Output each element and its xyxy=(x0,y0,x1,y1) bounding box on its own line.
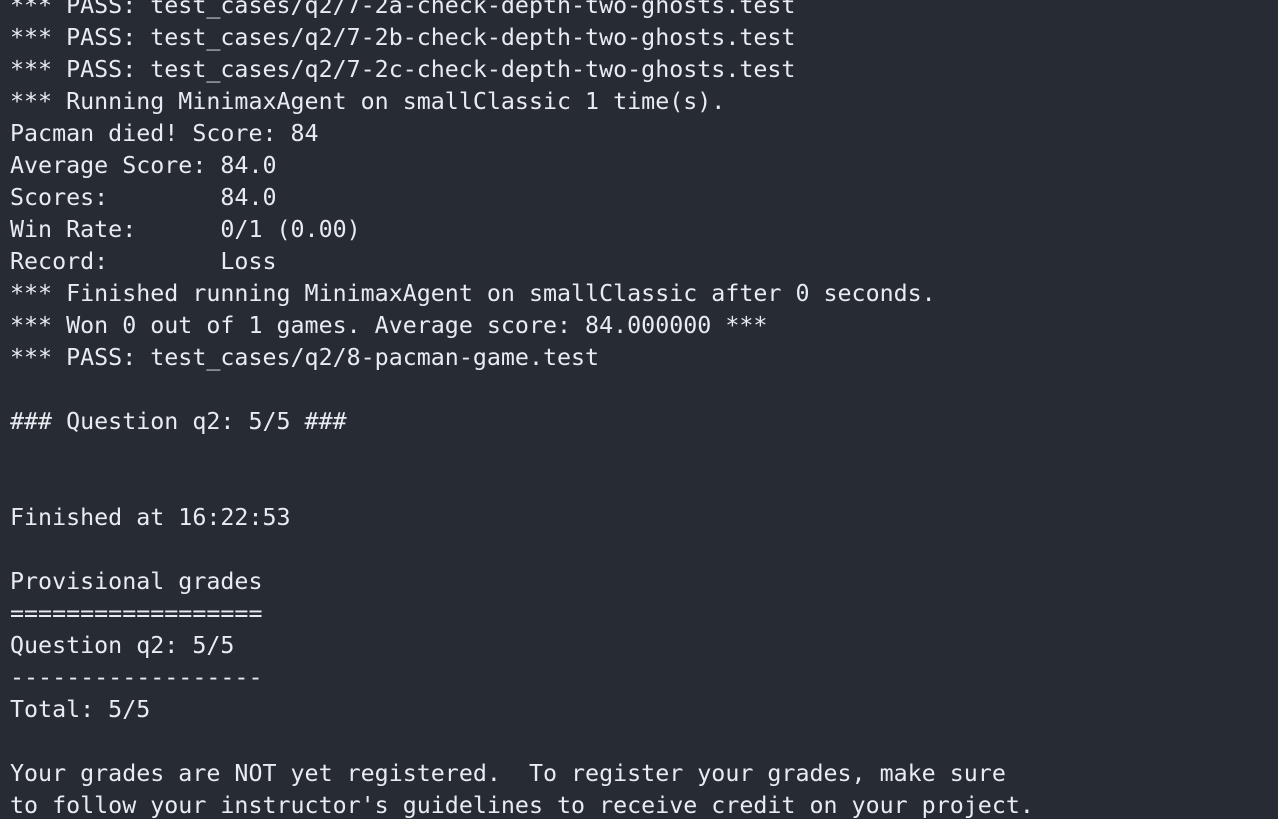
terminal-line: Finished at 16:22:53 xyxy=(10,504,291,531)
terminal-line: *** PASS: test_cases/q2/7-2b-check-depth… xyxy=(10,24,796,51)
terminal-line: Pacman died! Score: 84 xyxy=(10,120,319,147)
terminal-line: Total: 5/5 xyxy=(10,696,151,723)
terminal-line: *** PASS: test_cases/q2/7-2a-check-depth… xyxy=(10,0,796,19)
terminal-line: Win Rate: 0/1 (0.00) xyxy=(10,216,361,243)
terminal-line: ### Question q2: 5/5 ### xyxy=(10,408,347,435)
terminal-line: *** Running MinimaxAgent on smallClassic… xyxy=(10,88,726,115)
terminal-output: *** PASS: test_cases/q2/7-2a-check-depth… xyxy=(10,0,1034,819)
terminal-line: *** PASS: test_cases/q2/7-2c-check-depth… xyxy=(10,56,796,83)
terminal-line: *** PASS: test_cases/q2/8-pacman-game.te… xyxy=(10,344,600,371)
terminal-line: ================== xyxy=(10,600,263,627)
terminal-line: Provisional grades xyxy=(10,568,263,595)
terminal-line: Record: Loss xyxy=(10,248,277,275)
terminal-line: to follow your instructor's guidelines t… xyxy=(10,792,1034,819)
terminal-line: ------------------ xyxy=(10,664,263,691)
terminal-line: Average Score: 84.0 xyxy=(10,152,277,179)
terminal-window[interactable]: *** PASS: test_cases/q2/7-2a-check-depth… xyxy=(0,0,1278,819)
terminal-line: *** Won 0 out of 1 games. Average score:… xyxy=(10,312,768,339)
terminal-line: Question q2: 5/5 xyxy=(10,632,235,659)
terminal-line: *** Finished running MinimaxAgent on sma… xyxy=(10,280,936,307)
terminal-line: Your grades are NOT yet registered. To r… xyxy=(10,760,1006,787)
terminal-line: Scores: 84.0 xyxy=(10,184,277,211)
